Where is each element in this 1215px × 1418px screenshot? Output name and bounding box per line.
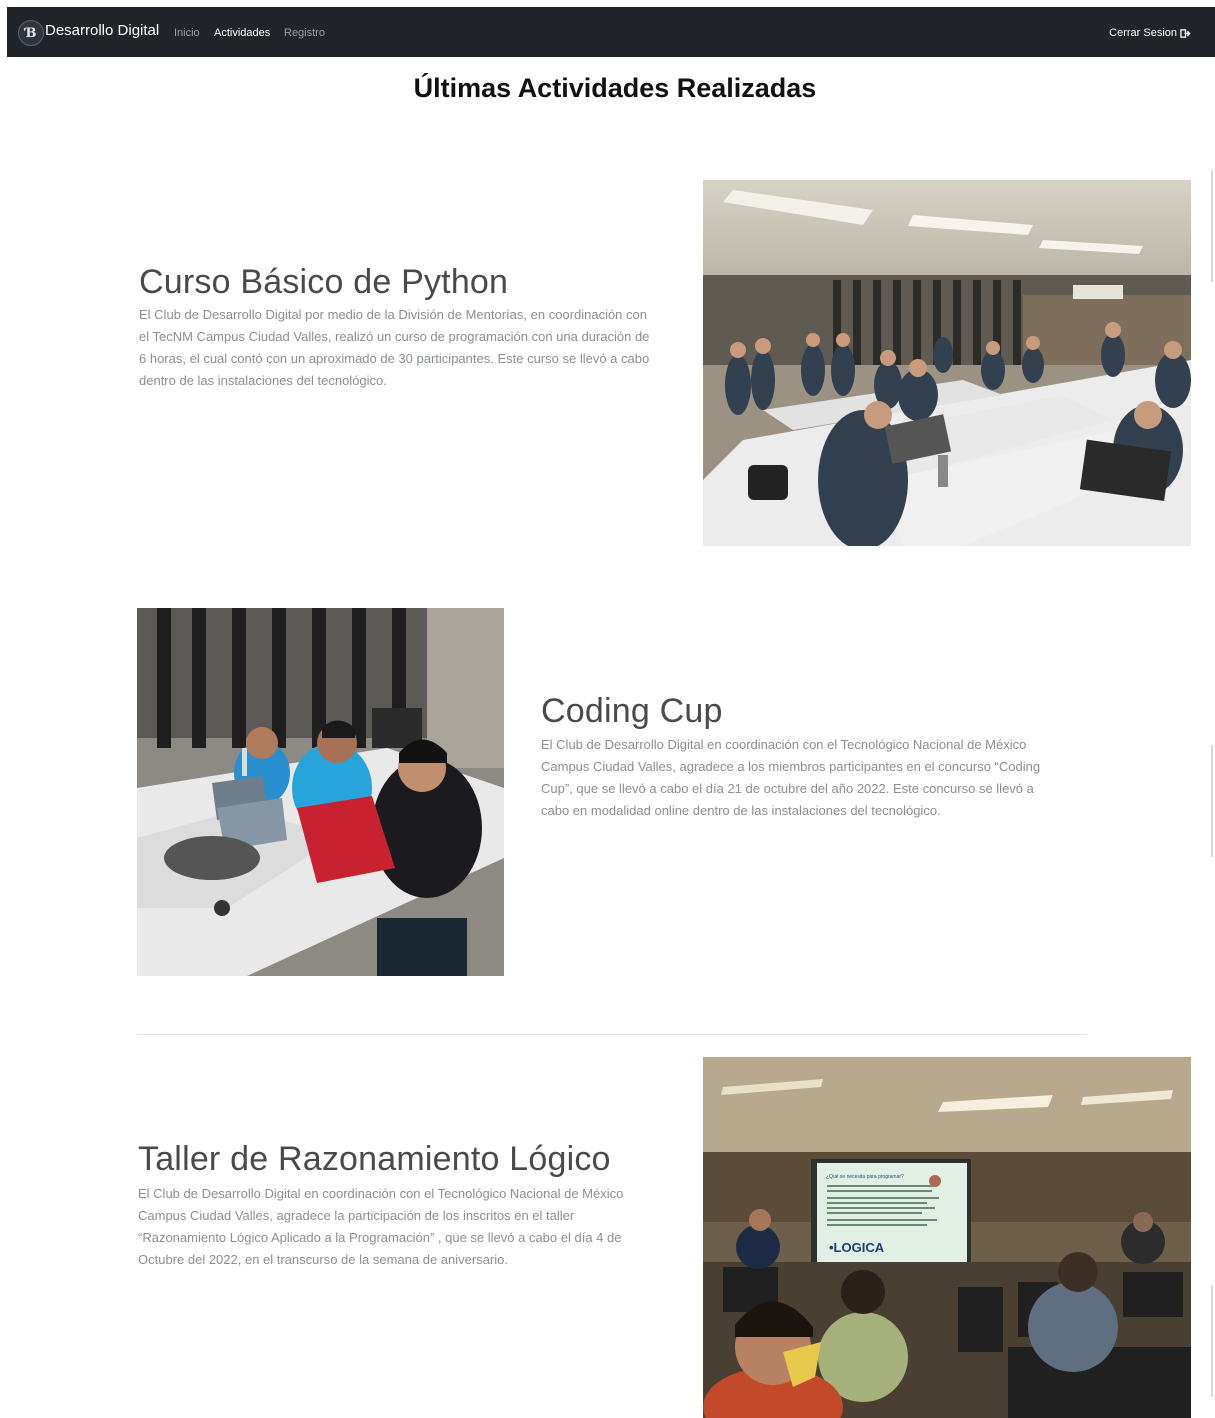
feature-text-line: Campus Ciudad Valles, agradece la partic… bbox=[138, 1208, 575, 1223]
coding-cup-photo bbox=[137, 608, 504, 976]
feature-text-line: Cup”, que se llevó a cabo el día 21 de o… bbox=[541, 781, 1034, 796]
feature-text-line: dentro de las instalaciones del tecnológ… bbox=[139, 373, 387, 388]
brand-name[interactable]: Desarrollo Digital bbox=[45, 22, 159, 39]
feature-text-coding-cup: El Club de Desarrollo Digital en coordin… bbox=[541, 734, 1040, 822]
feature-text-line: El Club de Desarrollo Digital en coordin… bbox=[541, 737, 1027, 752]
logout-label: Cerrar Sesion bbox=[1109, 27, 1177, 39]
feature-title-razonamiento: Taller de Razonamiento Lógico bbox=[138, 1140, 611, 1178]
scroll-edge bbox=[1211, 170, 1213, 282]
scroll-edge bbox=[1211, 745, 1213, 857]
feature-text-line: cabo en modalidad online dentro de las i… bbox=[541, 803, 941, 818]
nav-link-actividades[interactable]: Actividades bbox=[214, 27, 270, 39]
feature-text-line: “Razonamiento Lógico Aplicado a la Progr… bbox=[138, 1230, 622, 1245]
feature-text-line: El Club de Desarrollo Digital por medio … bbox=[139, 307, 647, 322]
feature-text-line: 6 horas, el cual contó con un aproximado… bbox=[139, 351, 650, 366]
feature-text-line: El Club de Desarrollo Digital en coordin… bbox=[138, 1186, 624, 1201]
page-title: Últimas Actividades Realizadas bbox=[413, 73, 817, 103]
feature-title-python: Curso Básico de Python bbox=[139, 263, 509, 301]
top-margin bbox=[0, 0, 1215, 7]
nav-link-inicio[interactable]: Inicio bbox=[174, 27, 200, 39]
feature-title-coding-cup: Coding Cup bbox=[541, 692, 723, 730]
slide-heading: ¿Qué se necesita para programar? bbox=[826, 1174, 904, 1180]
navbar: Ɓ Desarrollo Digital Inicio Actividades … bbox=[7, 7, 1215, 57]
feature-text-razonamiento: El Club de Desarrollo Digital en coordin… bbox=[138, 1183, 623, 1271]
brand-logo[interactable]: Ɓ bbox=[18, 20, 44, 46]
section-divider bbox=[137, 1034, 1087, 1035]
feature-text-line: Campus Ciudad Valles, agradece a los mie… bbox=[541, 759, 1041, 774]
feature-text-line: Octubre del 2022, en el transcurso de la… bbox=[138, 1252, 508, 1267]
feature-text-python: El Club de Desarrollo Digital por medio … bbox=[139, 304, 649, 392]
scroll-edge bbox=[1211, 1285, 1213, 1397]
nav-link-registro[interactable]: Registro bbox=[284, 27, 325, 39]
slide-word: •LOGICA bbox=[829, 1240, 885, 1255]
sign-out-icon bbox=[1180, 28, 1191, 38]
presentation-photo: ¿Qué se necesita para programar? •LOGICA bbox=[703, 1057, 1191, 1418]
feature-text-line: el TecNM Campus Ciudad Valles, realizó u… bbox=[139, 329, 650, 344]
logout-button[interactable]: Cerrar Sesion bbox=[1109, 27, 1191, 39]
classroom-photo bbox=[703, 180, 1191, 546]
